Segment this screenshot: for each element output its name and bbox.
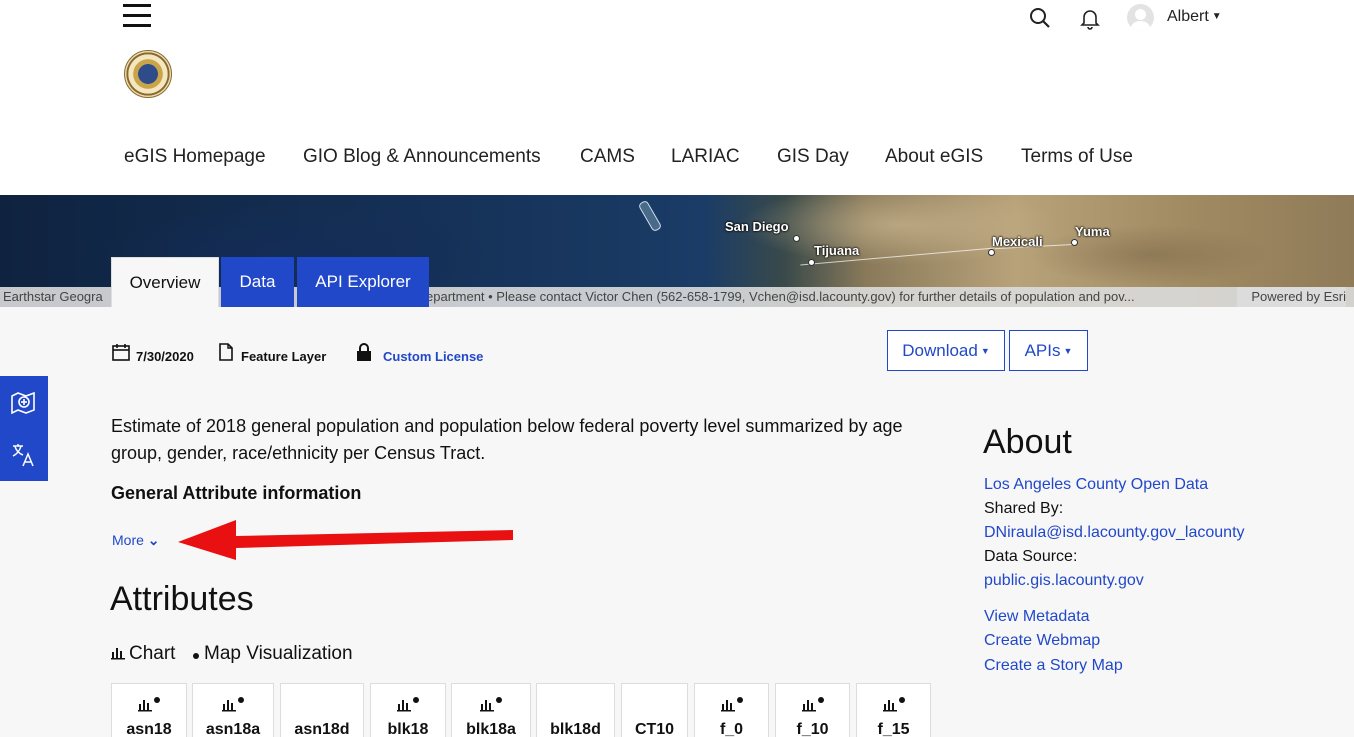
chart-toggle[interactable]: Chart bbox=[111, 643, 175, 665]
attribute-card-asn18d[interactable]: asn18d bbox=[280, 683, 364, 737]
attribute-name: blk18a bbox=[466, 721, 516, 737]
license-link[interactable]: Custom License bbox=[383, 349, 483, 364]
item-type: Feature Layer bbox=[241, 349, 327, 364]
published-date: 7/30/2020 bbox=[136, 349, 194, 364]
item-description: Estimate of 2018 general population and … bbox=[111, 416, 903, 463]
attribute-name: asn18 bbox=[126, 721, 172, 737]
bell-icon[interactable] bbox=[1078, 6, 1102, 30]
document-icon bbox=[219, 343, 233, 361]
attribute-card-f15[interactable]: f_15 bbox=[856, 683, 931, 737]
create-story-map-link[interactable]: Create a Story Map bbox=[984, 657, 1123, 675]
tab-data[interactable]: Data bbox=[221, 257, 294, 307]
attribute-name: blk18d bbox=[550, 721, 601, 737]
city-marker bbox=[793, 235, 800, 242]
attribute-card-ct10[interactable]: CT10 bbox=[621, 683, 688, 737]
city-label-mexicali: Mexicali bbox=[992, 234, 1043, 249]
chart-dot-icon bbox=[138, 697, 160, 712]
city-marker bbox=[808, 259, 815, 266]
city-label-san-diego: San Diego bbox=[725, 219, 789, 234]
chart-label: Chart bbox=[129, 643, 176, 664]
attribute-name: blk18 bbox=[387, 721, 429, 737]
attributes-heading: Attributes bbox=[110, 580, 254, 618]
shared-by-label: Shared By: bbox=[984, 500, 1064, 517]
more-toggle[interactable]: More ⌄ bbox=[112, 532, 160, 549]
data-source-label: Data Source: bbox=[984, 548, 1078, 565]
site-header: Albert ▼ eGIS Homepage GIO Blog & Announc… bbox=[0, 0, 1354, 195]
menu-icon[interactable] bbox=[123, 4, 151, 28]
translate-icon[interactable] bbox=[9, 440, 37, 468]
attribute-name: f_15 bbox=[877, 721, 910, 737]
about-heading: About bbox=[983, 423, 1072, 461]
caret-down-icon: ▼ bbox=[1063, 346, 1073, 356]
attribute-name: CT10 bbox=[634, 721, 675, 737]
nav-about-egis[interactable]: About eGIS bbox=[885, 146, 983, 168]
attribute-card-asn18a[interactable]: asn18a bbox=[192, 683, 274, 737]
user-name: Albert bbox=[1167, 8, 1209, 25]
nav-gis-day[interactable]: GIS Day bbox=[777, 146, 849, 168]
caret-down-icon: ▼ bbox=[1211, 11, 1222, 22]
user-menu[interactable]: Albert ▼ bbox=[1167, 8, 1222, 26]
nav-egis-homepage[interactable]: eGIS Homepage bbox=[124, 146, 266, 168]
tab-api-explorer[interactable]: API Explorer bbox=[297, 257, 429, 307]
city-label-yuma: Yuma bbox=[1075, 224, 1110, 239]
search-icon[interactable] bbox=[1028, 6, 1052, 30]
powered-by-esri[interactable]: Powered by Esri bbox=[1237, 287, 1346, 307]
city-marker bbox=[988, 249, 995, 256]
city-label-tijuana: Tijuana bbox=[814, 243, 860, 258]
shared-by-link[interactable]: DNiraula@isd.lacounty.gov_lacounty bbox=[984, 524, 1245, 542]
download-label: Download bbox=[902, 341, 978, 360]
avatar[interactable] bbox=[1127, 4, 1154, 31]
attribute-name: f_0 bbox=[719, 721, 744, 737]
caret-down-icon: ▼ bbox=[980, 346, 990, 356]
tab-overview[interactable]: Overview bbox=[111, 257, 219, 307]
nav-cams[interactable]: CAMS bbox=[580, 146, 635, 168]
dot-icon bbox=[193, 653, 199, 659]
chart-dot-icon bbox=[397, 697, 419, 712]
attribute-card-asn18[interactable]: asn18 bbox=[111, 683, 187, 737]
attribution-text[interactable]: epartment • Please contact Victor Chen (… bbox=[426, 287, 1135, 307]
nav-lariac[interactable]: LARIAC bbox=[671, 146, 740, 168]
county-seal-logo[interactable] bbox=[124, 50, 172, 98]
red-arrow-annotation bbox=[178, 520, 513, 560]
map-visualization-label: Map Visualization bbox=[204, 643, 353, 664]
chart-dot-icon bbox=[801, 697, 824, 712]
chart-dot-icon bbox=[222, 697, 244, 712]
city-marker bbox=[1071, 239, 1078, 246]
apis-label: APIs bbox=[1024, 341, 1061, 360]
attribute-name: asn18d bbox=[294, 721, 350, 737]
more-label: More bbox=[112, 532, 144, 548]
owner-link[interactable]: Los Angeles County Open Data bbox=[984, 476, 1208, 494]
nav-terms-of-use[interactable]: Terms of Use bbox=[1021, 146, 1133, 168]
attribute-card-blk18d[interactable]: blk18d bbox=[536, 683, 615, 737]
attribute-name: asn18a bbox=[205, 721, 261, 737]
attribute-name: f_10 bbox=[796, 721, 829, 737]
data-source-link[interactable]: public.gis.lacounty.gov bbox=[984, 572, 1144, 590]
apis-button[interactable]: APIs ▼ bbox=[1009, 330, 1088, 371]
side-toolbar bbox=[0, 376, 48, 481]
chevron-down-icon: ⌄ bbox=[147, 532, 160, 548]
general-attribute-heading: General Attribute information bbox=[111, 483, 362, 503]
attribute-card-blk18a[interactable]: blk18a bbox=[451, 683, 531, 737]
lock-icon bbox=[357, 343, 371, 361]
download-button[interactable]: Download ▼ bbox=[887, 330, 1005, 371]
attribute-card-f10[interactable]: f_10 bbox=[775, 683, 850, 737]
bar-chart-icon bbox=[111, 648, 125, 660]
map-visualization-toggle[interactable]: Map Visualization bbox=[192, 643, 353, 665]
chart-dot-icon bbox=[720, 697, 743, 712]
attribute-card-f0[interactable]: f_0 bbox=[694, 683, 769, 737]
view-metadata-link[interactable]: View Metadata bbox=[984, 608, 1090, 626]
map-add-icon[interactable] bbox=[9, 388, 37, 416]
attribution-left: Earthstar Geogra bbox=[3, 289, 103, 304]
attribute-card-blk18[interactable]: blk18 bbox=[370, 683, 446, 737]
chart-dot-icon bbox=[480, 697, 502, 712]
nav-gio-blog[interactable]: GIO Blog & Announcements bbox=[303, 146, 541, 168]
create-webmap-link[interactable]: Create Webmap bbox=[984, 632, 1100, 650]
calendar-icon bbox=[112, 344, 130, 361]
chart-dot-icon bbox=[882, 697, 905, 712]
